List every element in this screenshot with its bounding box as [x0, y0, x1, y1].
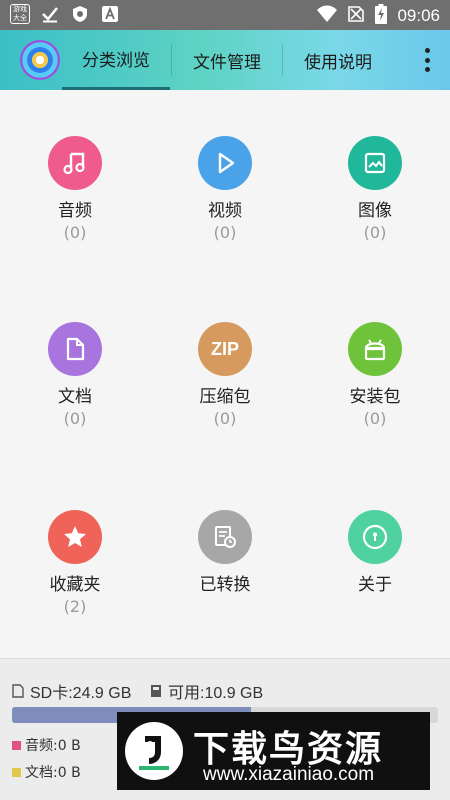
category-label: 音频	[58, 201, 92, 221]
category-document[interactable]: 文档 (0)	[0, 322, 150, 428]
wifi-icon	[317, 5, 338, 27]
zip-icon-text: ZIP	[210, 338, 239, 359]
category-label: 安装包	[349, 387, 401, 407]
legend-audio: 音频:0 B	[12, 735, 81, 755]
category-count: (0)	[363, 223, 387, 242]
category-audio[interactable]: 音频 (0)	[0, 136, 150, 242]
watermark-banner: 下载鸟资源 www.xiazainiao.com	[117, 712, 430, 790]
a-icon	[100, 4, 120, 24]
legend-swatch	[12, 740, 21, 750]
app-header: 分类浏览 文件管理 使用说明	[0, 30, 450, 90]
category-count: (0)	[213, 223, 237, 242]
tab-label: 分类浏览	[82, 51, 150, 71]
document-icon	[48, 322, 102, 376]
storage-icon	[151, 685, 161, 697]
tab-label: 使用说明	[304, 52, 372, 73]
sd-card-icon	[12, 684, 24, 698]
battery-charging-icon	[375, 4, 388, 28]
category-about[interactable]: 关于	[300, 510, 450, 597]
category-label: 压缩包	[199, 387, 251, 407]
checkmark-icon	[40, 4, 60, 24]
legend-label: 音频:0 B	[25, 738, 81, 754]
tab-category-browse[interactable]: 分类浏览	[62, 30, 170, 90]
category-label: 已转换	[199, 575, 251, 595]
category-video[interactable]: 视频 (0)	[150, 136, 300, 242]
app-badge-text: 游戏大全	[13, 5, 27, 22]
category-label: 文档	[58, 387, 92, 407]
star-icon	[48, 510, 102, 564]
watermark-url: www.xiazainiao.com	[203, 764, 375, 785]
category-label: 关于	[358, 575, 392, 595]
zip-icon: ZIP	[198, 322, 252, 376]
category-label: 图像	[358, 201, 392, 221]
category-converted[interactable]: 已转换	[150, 510, 300, 597]
play-icon	[198, 136, 252, 190]
app-badge-icon: 游戏大全	[10, 4, 30, 24]
android-icon	[348, 322, 402, 376]
sd-card-info: SD卡:24.9 GB	[12, 679, 131, 703]
legend-document: 文档:0 B	[12, 762, 81, 782]
category-favorites[interactable]: 收藏夹 (2)	[0, 510, 150, 616]
status-right-icons: 09:06	[317, 4, 440, 28]
tab-instructions[interactable]: 使用说明	[283, 30, 393, 90]
image-icon	[348, 136, 402, 190]
available-info: 可用:10.9 GB	[150, 679, 263, 703]
info-icon	[348, 510, 402, 564]
category-apk[interactable]: 安装包 (0)	[300, 322, 450, 428]
watermark-logo-icon	[125, 722, 183, 780]
status-left-icons: 游戏大全	[10, 4, 120, 24]
category-count: (0)	[63, 223, 87, 242]
status-time: 09:06	[397, 6, 440, 25]
shield-icon	[70, 4, 90, 24]
status-bar: 游戏大全 09:06	[0, 0, 450, 30]
category-count: (0)	[363, 409, 387, 428]
category-label: 视频	[208, 201, 242, 221]
category-count: (0)	[213, 409, 237, 428]
sd-card-text: SD卡:24.9 GB	[30, 685, 132, 702]
app-logo-icon	[20, 40, 60, 80]
overflow-menu-icon[interactable]	[422, 48, 432, 72]
category-archive[interactable]: ZIP 压缩包 (0)	[150, 322, 300, 428]
no-sim-icon	[347, 5, 365, 27]
category-count: (2)	[63, 597, 87, 616]
available-text: 可用:10.9 GB	[168, 685, 264, 702]
category-count: (0)	[63, 409, 87, 428]
legend-label: 文档:0 B	[25, 765, 81, 781]
legend-swatch	[12, 767, 21, 777]
category-image[interactable]: 图像 (0)	[300, 136, 450, 242]
converted-doc-icon	[198, 510, 252, 564]
category-label: 收藏夹	[49, 575, 101, 595]
tab-label: 文件管理	[193, 52, 261, 73]
music-note-icon	[48, 136, 102, 190]
tab-file-management[interactable]: 文件管理	[172, 30, 282, 90]
